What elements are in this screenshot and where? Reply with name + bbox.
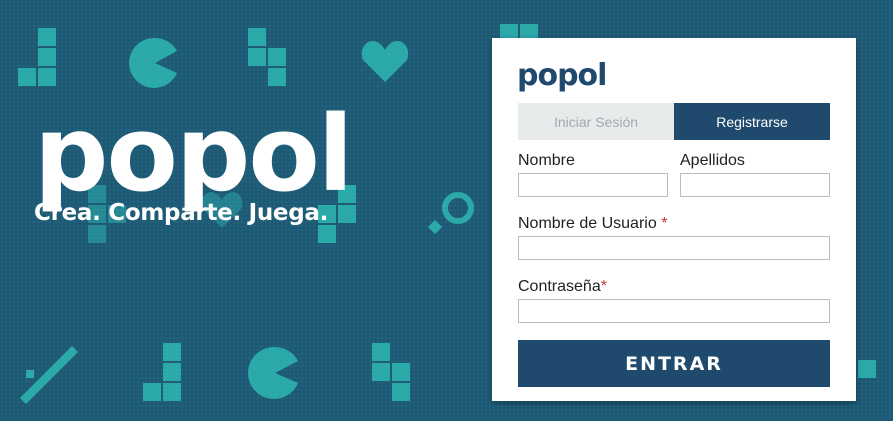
username-label-row: Nombre de Usuario * <box>518 215 667 233</box>
password-label-row: Contraseña* <box>518 278 607 296</box>
required-mark: * <box>661 215 668 232</box>
sword-icon <box>20 346 78 404</box>
username-field[interactable] <box>518 236 830 260</box>
tab-login[interactable]: Iniciar Sesión <box>518 103 674 140</box>
tetromino-icon <box>248 28 286 86</box>
username-label: Nombre de Usuario <box>518 215 657 232</box>
last-name-label: Apellidos <box>680 152 745 169</box>
magnifier-icon <box>427 192 474 235</box>
password-field[interactable] <box>518 299 830 323</box>
hero-branding: popol Crea. Comparte. Juega. <box>34 93 353 226</box>
pacman-icon <box>129 37 177 88</box>
submit-button[interactable]: ENTRAR <box>518 340 830 387</box>
tab-register[interactable]: Registrarse <box>674 103 830 140</box>
pacman-icon <box>248 346 298 399</box>
first-name-label: Nombre <box>518 152 575 169</box>
hero-logo: popol <box>34 93 353 215</box>
required-mark: * <box>600 278 607 295</box>
auth-tabs: Iniciar Sesión Registrarse <box>518 103 830 140</box>
register-card: popol Iniciar Sesión Registrarse Nombre … <box>492 38 856 401</box>
tetromino-icon <box>18 28 56 86</box>
tetromino-icon <box>372 343 410 401</box>
card-logo: popol <box>517 58 607 93</box>
tetromino-icon <box>858 360 876 378</box>
tetromino-icon <box>143 343 181 401</box>
heart-icon <box>361 41 409 82</box>
first-name-field[interactable] <box>518 173 668 197</box>
tagline: Crea. Comparte. Juega. <box>34 200 329 226</box>
last-name-field[interactable] <box>680 173 830 197</box>
password-label: Contraseña <box>518 278 601 295</box>
